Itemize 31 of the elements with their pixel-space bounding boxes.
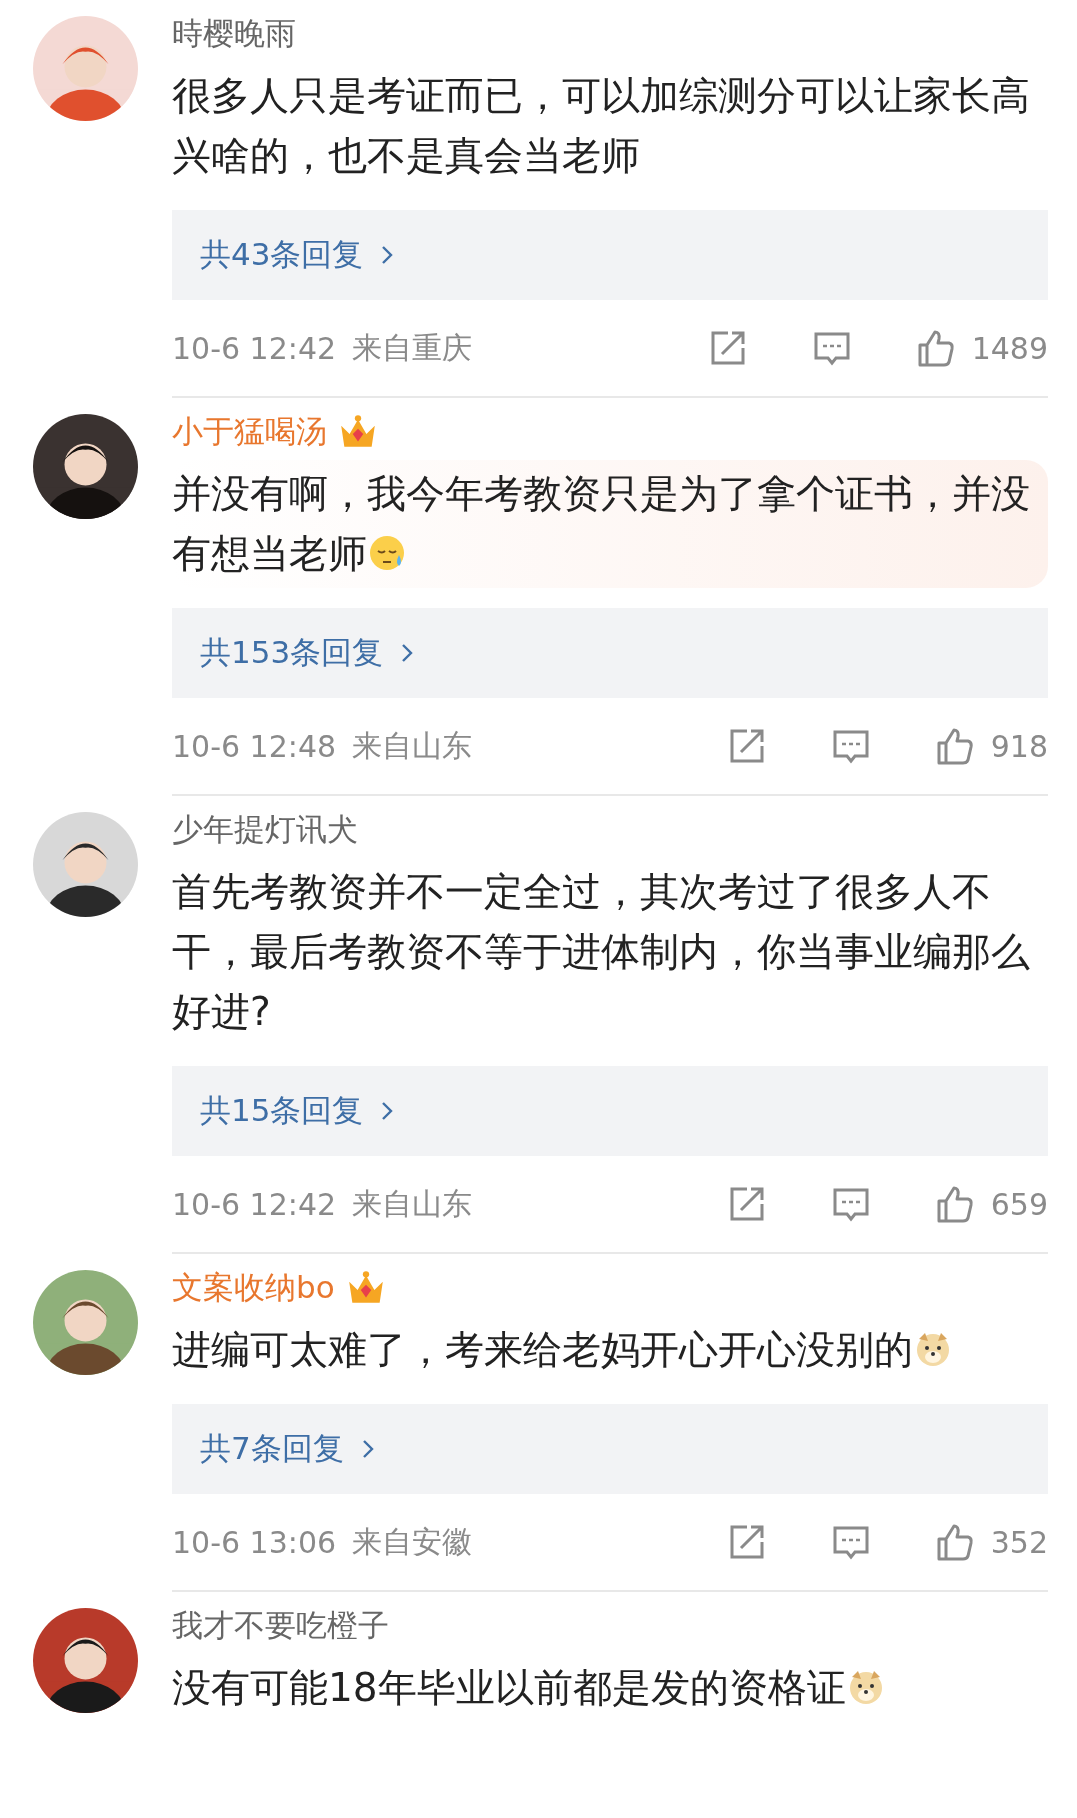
user-name[interactable]: 少年提灯讯犬 [172,809,358,851]
chevron-icon [381,245,394,265]
user-name[interactable]: 時樱晚雨 [172,13,296,55]
replies-link[interactable]: 共43条回复 [172,210,1048,300]
chevron-icon [401,643,414,663]
comment-location: 来自重庆 [352,328,473,367]
replies-link[interactable]: 共15条回复 [172,1066,1048,1156]
comment-time: 10-6 13:06 [172,1524,337,1560]
comment-text: 没有可能18年毕业以前都是发的资格证 [172,1658,1048,1718]
sweat-emoji-icon [367,533,407,573]
like-count: 1489 [971,330,1048,366]
user-name[interactable]: 小于猛喝汤 [172,411,327,453]
chevron-icon [381,1101,394,1121]
comment-text: 进编可太难了，考来给老妈开心开心没别的 [172,1320,1048,1380]
like-count: 918 [990,728,1048,764]
comment-time: 10-6 12:42 [172,330,337,366]
like-count: 659 [990,1186,1048,1222]
user-name[interactable]: 文案收纳bo [172,1267,335,1309]
comment-location: 来自山东 [352,1184,473,1223]
user-name[interactable]: 我才不要吃橙子 [172,1605,389,1647]
like-count: 352 [990,1524,1048,1560]
comment-location: 来自山东 [352,726,473,765]
comment-text: 很多人只是考证而已，可以加综测分可以让家长高兴啥的，也不是真会当老师 [172,72,1031,180]
comment-location: 来自安徽 [352,1522,473,1561]
replies-link[interactable]: 共7条回复 [172,1404,1048,1494]
comment-text: 首先考教资并不一定全过，其次考过了很多人不干，最后考教资不等于进体制内，你当事业编那么好进? [172,868,1031,1036]
comment-time: 10-6 12:48 [172,728,337,764]
comment-text: 并没有啊，我今年考教资只是为了拿个证书，并没有想当老师 [172,470,1031,578]
comment-time: 10-6 12:42 [172,1186,337,1222]
chevron-icon [361,1439,374,1459]
replies-link[interactable]: 共153条回复 [172,608,1048,698]
